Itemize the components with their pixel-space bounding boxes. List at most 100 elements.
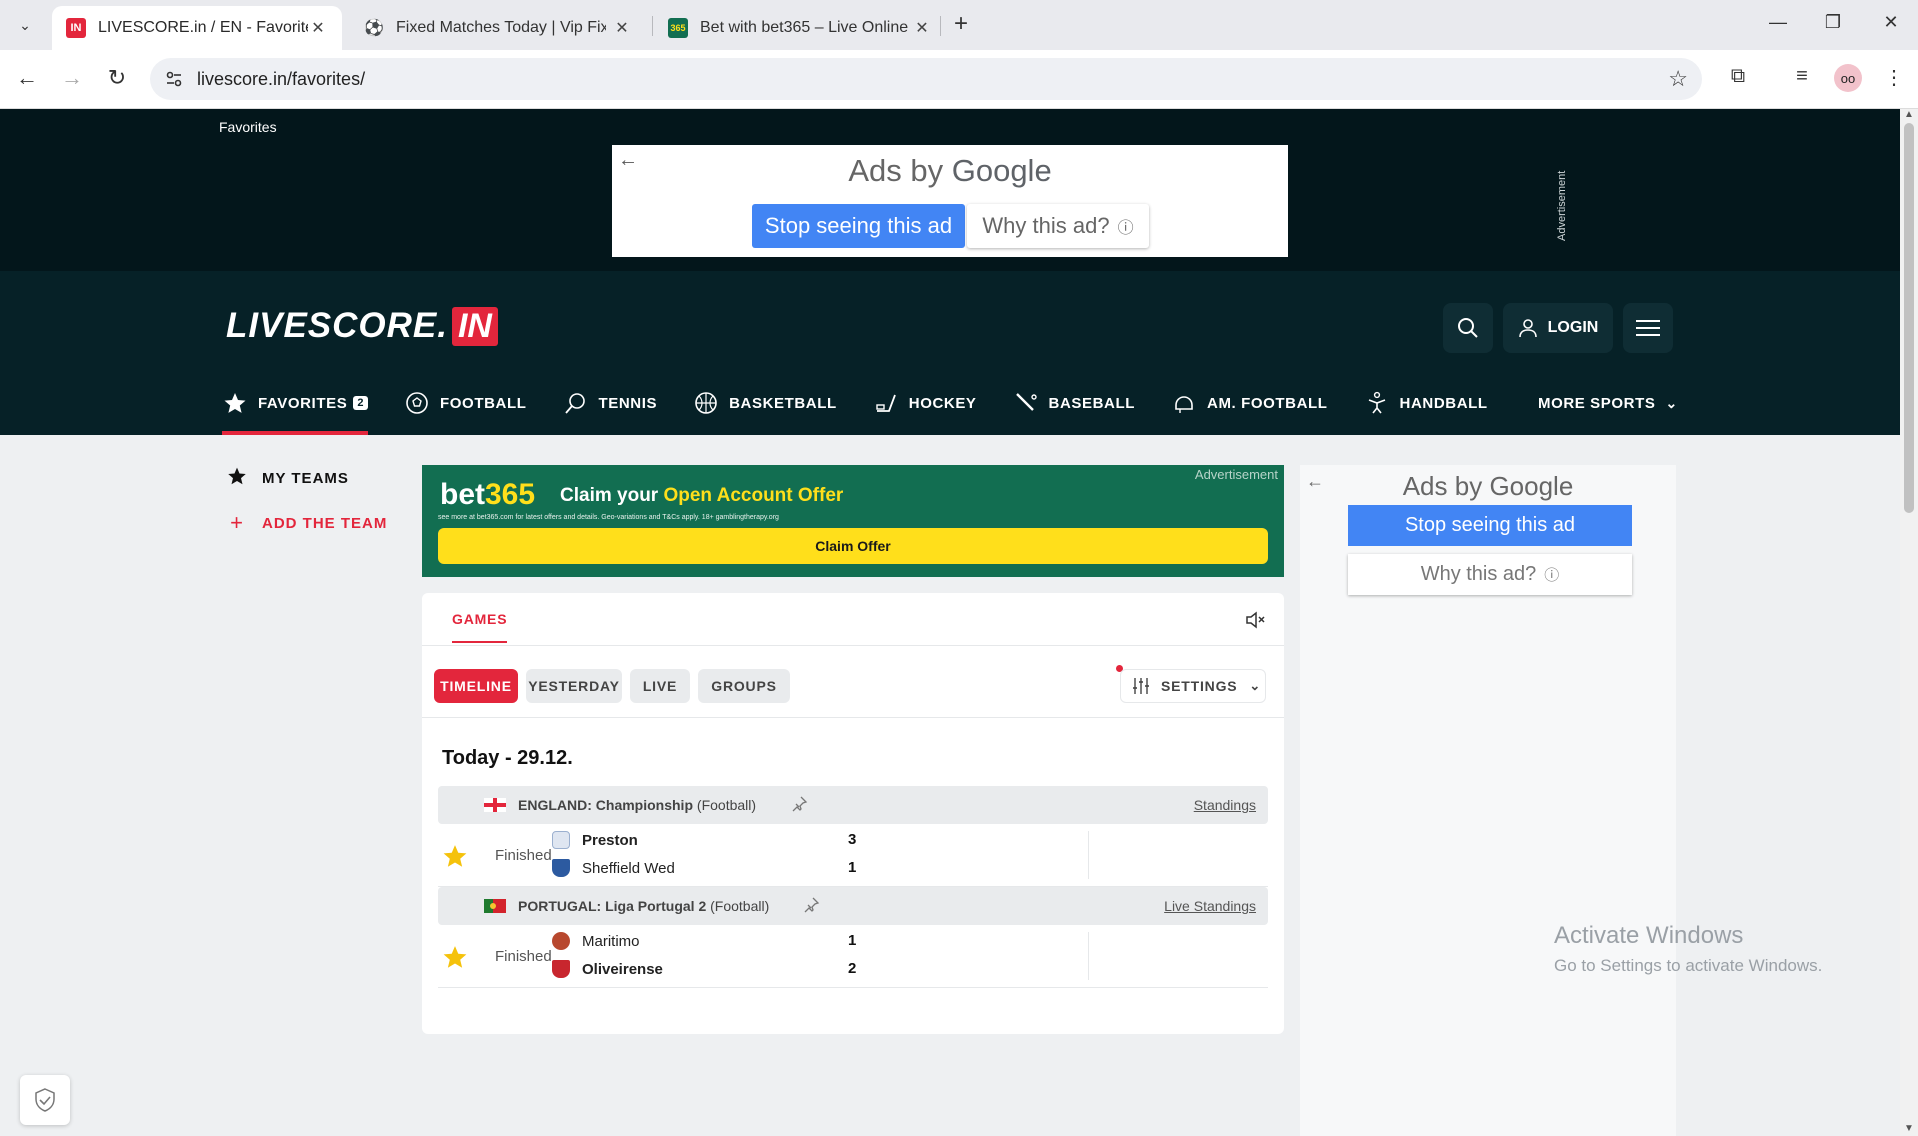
date-heading: Today - 29.12. [442,747,573,769]
nav-football[interactable]: FOOTBALL [404,371,526,435]
nav-basketball[interactable]: BASKETBALL [693,371,837,435]
games-panel: GAMES TIMELINE YESTERDAY LIVE GROUPS SET… [422,593,1284,1034]
privacy-settings-button[interactable] [20,1075,70,1125]
restore-icon[interactable]: ❐ [1818,12,1848,38]
address-bar[interactable]: livescore.in/favorites/ ☆ [150,58,1702,100]
nav-label: FAVORITES [258,394,348,412]
league-name[interactable]: PORTUGAL: Liga Portugal 2 (Football) [518,898,769,914]
site-settings-icon[interactable] [164,69,184,89]
match-row[interactable]: Finished Maritimo 1 Oliveirense 2 [438,926,1268,988]
minimize-icon[interactable]: — [1763,12,1793,38]
why-this-ad-label: Why this ad? [1420,563,1537,585]
livescore-logo[interactable]: LIVESCORE. IN [226,306,498,346]
nav-hockey[interactable]: HOCKEY [873,371,977,435]
why-this-ad-button[interactable]: Why this ad? ⓘ [1348,554,1632,595]
filter-timeline[interactable]: TIMELINE [434,669,518,703]
tab-bet365[interactable]: 365 Bet with bet365 – Live Online Be ✕ [654,6,946,50]
why-this-ad-button[interactable]: Why this ad? ⓘ [967,204,1149,248]
close-tab-icon[interactable]: ✕ [912,18,932,38]
match-row[interactable]: Finished Preston 3 Sheffield Wed 1 [438,825,1268,887]
page-scrollbar[interactable]: ▲ ▼ [1900,109,1918,1136]
baseball-icon [1013,390,1039,416]
away-score: 1 [848,859,857,876]
more-sports-dropdown[interactable]: MORE SPORTS ⌄ [1538,371,1678,435]
bet365-fine-print: see more at bet365.com for latest offers… [438,514,779,521]
favorites-count-badge: 2 [353,396,369,410]
hockey-icon [873,390,899,416]
info-icon: ⓘ [1544,567,1560,584]
filter-groups[interactable]: GROUPS [698,669,790,703]
back-arrow-icon[interactable]: ← [12,64,42,94]
url-text[interactable]: livescore.in/favorites/ [197,69,365,90]
filter-yesterday[interactable]: YESTERDAY [526,669,622,703]
user-icon [1518,319,1537,338]
hamburger-menu-button[interactable] [1623,303,1673,353]
login-button[interactable]: LOGIN [1503,303,1613,353]
new-tab-button[interactable]: + [948,12,974,38]
extensions-puzzle-icon[interactable]: ⧉ [1724,65,1752,93]
preston-crest-icon [552,831,570,849]
top-ad-band: Favorites ← Ads by Google Stop seeing th… [0,109,1900,271]
bookmark-star-icon[interactable]: ☆ [1668,66,1688,92]
divider [1088,831,1089,879]
reload-icon[interactable]: ↻ [102,64,132,94]
forward-arrow-icon[interactable]: → [57,64,87,94]
bet365-ad-banner[interactable]: Advertisement bet365 Claim your Open Acc… [422,465,1284,577]
league-name[interactable]: ENGLAND: Championship (Football) [518,797,756,813]
nav-label: TENNIS [598,394,658,412]
claim-offer-button[interactable]: Claim Offer [438,528,1268,564]
logo-badge: IN [451,306,498,346]
close-window-icon[interactable]: ✕ [1876,12,1906,38]
tab-title: LIVESCORE.in / EN - Favorites [98,19,308,36]
divider [422,717,1284,718]
away-team: Sheffield Wed [552,859,675,877]
ads-by-brand: Google [1489,471,1574,501]
profile-avatar[interactable]: oo [1834,64,1862,92]
league-sport: (Football) [710,898,770,914]
close-tab-icon[interactable]: ✕ [308,18,328,38]
league-header-portugal[interactable]: PORTUGAL: Liga Portugal 2 (Football) Liv… [438,887,1268,925]
stop-seeing-ad-button[interactable]: Stop seeing this ad [1348,505,1632,546]
tab-livescore[interactable]: IN LIVESCORE.in / EN - Favorites ✕ [52,6,342,50]
settings-label: SETTINGS [1161,678,1238,694]
nav-am-football[interactable]: AM. FOOTBALL [1171,371,1328,435]
scroll-down-arrow-icon[interactable]: ▼ [1904,1123,1914,1134]
nav-favorites[interactable]: FAVORITES 2 [222,371,369,435]
bet365-logo: bet365 [440,478,535,512]
home-team-name: Maritimo [582,932,640,950]
favorite-star-icon[interactable] [442,843,468,869]
favorite-star-icon[interactable] [442,944,468,970]
pin-icon[interactable] [790,795,808,813]
claim-prefix: Claim your [560,485,664,506]
away-score: 2 [848,960,857,977]
my-teams-link[interactable]: MY TEAMS [226,466,349,490]
league-header-england[interactable]: ENGLAND: Championship (Football) Standin… [438,786,1268,824]
chrome-menu-icon[interactable]: ⋮ [1880,65,1908,93]
live-standings-link[interactable]: Live Standings [1164,898,1256,914]
league-title: Liga Portugal 2 [605,898,707,914]
filter-live[interactable]: LIVE [630,669,690,703]
windows-activation-watermark: Activate Windows Go to Settings to activ… [1554,922,1822,976]
nav-tennis[interactable]: TENNIS [562,371,657,435]
nav-baseball[interactable]: BASEBALL [1013,371,1135,435]
home-team: Preston [552,831,638,849]
close-tab-icon[interactable]: ✕ [612,18,632,38]
scroll-up-arrow-icon[interactable]: ▲ [1904,109,1914,120]
add-team-link[interactable]: + ADD THE TEAM [226,510,387,536]
plus-icon: + [230,510,244,535]
standings-link[interactable]: Standings [1194,797,1256,813]
breadcrumb[interactable]: Favorites [219,119,277,135]
scroll-thumb[interactable] [1904,123,1914,513]
search-button[interactable] [1443,303,1493,353]
add-team-label: ADD THE TEAM [262,514,388,532]
tab-games[interactable]: GAMES [452,611,508,643]
settings-dropdown[interactable]: SETTINGS ⌄ [1120,669,1266,703]
advertisement-label: Advertisement [1194,467,1278,482]
tab-fixed-matches[interactable]: ⚽ Fixed Matches Today | Vip Fixed ✕ [350,6,646,50]
pin-icon[interactable] [802,896,820,914]
stop-seeing-ad-button[interactable]: Stop seeing this ad [752,204,965,248]
sound-muted-icon[interactable] [1244,609,1266,631]
nav-handball[interactable]: HANDBALL [1364,371,1488,435]
tab-search-chevron-icon[interactable]: ⌄ [10,10,40,40]
media-control-icon[interactable]: ≡ [1788,65,1816,93]
